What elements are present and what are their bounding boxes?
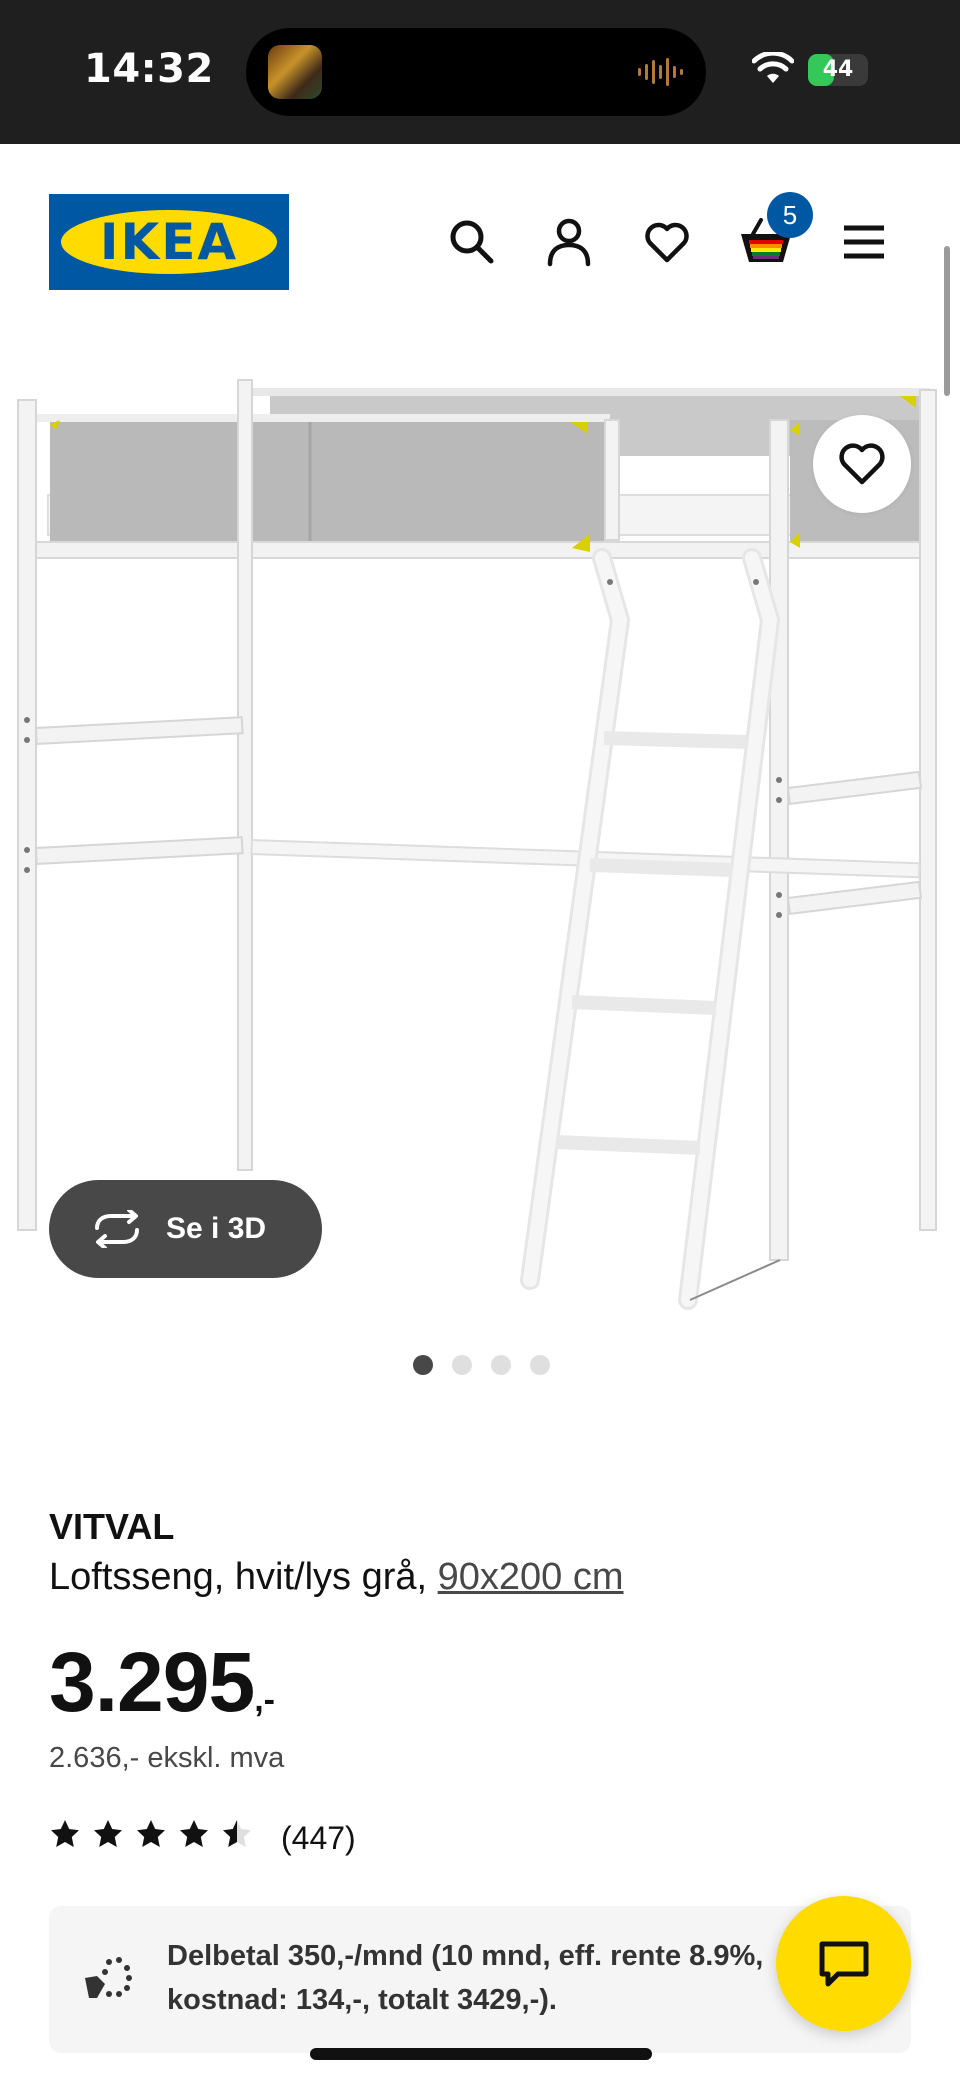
account-icon[interactable] (543, 216, 595, 268)
view-in-3d-button[interactable]: Se i 3D (49, 1180, 322, 1278)
chat-button[interactable] (776, 1896, 911, 2031)
chat-bubble-icon (819, 1941, 869, 1987)
price-suffix: ,- (254, 1681, 275, 1719)
star-full-icon (137, 1820, 165, 1847)
product-description: Loftsseng, hvit/lys grå, 90x200 cm (49, 1554, 624, 1600)
pagination-dot-1[interactable] (413, 1355, 433, 1375)
dynamic-island[interactable] (246, 28, 706, 116)
price-main: 3.295 (49, 1635, 255, 1729)
heart-icon (839, 443, 885, 485)
ikea-logo[interactable]: IKEA (49, 194, 289, 290)
pagination-dot-4[interactable] (530, 1355, 550, 1375)
status-time: 14:32 (84, 46, 214, 92)
audio-wave-icon (638, 58, 683, 86)
battery-level: 44 (822, 57, 854, 82)
product-name: VITVAL (49, 1506, 175, 1547)
search-icon[interactable] (446, 216, 498, 268)
pagination-dot-3[interactable] (491, 1355, 511, 1375)
star-full-icon (94, 1820, 122, 1847)
view-in-3d-label: Se i 3D (166, 1212, 267, 1245)
product-size-link[interactable]: 90x200 cm (438, 1556, 624, 1598)
cart-count-badge: 5 (767, 192, 813, 238)
status-bar: 14:32 44 (0, 0, 960, 144)
financing-text: Delbetal 350,-/mnd (10 mnd, eff. rente 8… (167, 1940, 764, 2016)
pagination-dot-2[interactable] (452, 1355, 472, 1375)
wifi-icon (752, 52, 794, 83)
save-to-favourites-button[interactable] (813, 415, 911, 513)
product-description-text: Loftsseng, hvit/lys grå, (49, 1556, 428, 1598)
product-price: 3.295,- (49, 1632, 275, 1750)
star-half-icon (223, 1820, 251, 1847)
battery-indicator: 44 (808, 54, 868, 86)
star-full-icon (180, 1820, 208, 1847)
rotate-3d-icon (95, 1210, 139, 1248)
logo-text: IKEA (99, 213, 239, 271)
star-full-icon (51, 1820, 79, 1847)
now-playing-artwork (268, 45, 322, 99)
installment-payment-icon (85, 1957, 132, 1998)
menu-icon[interactable] (838, 216, 890, 268)
price-excl-vat: 2.636,- ekskl. mva (49, 1742, 285, 1774)
wishlist-heart-icon[interactable] (641, 216, 693, 268)
home-indicator[interactable] (310, 2048, 652, 2060)
review-count: (447) (281, 1820, 356, 1856)
